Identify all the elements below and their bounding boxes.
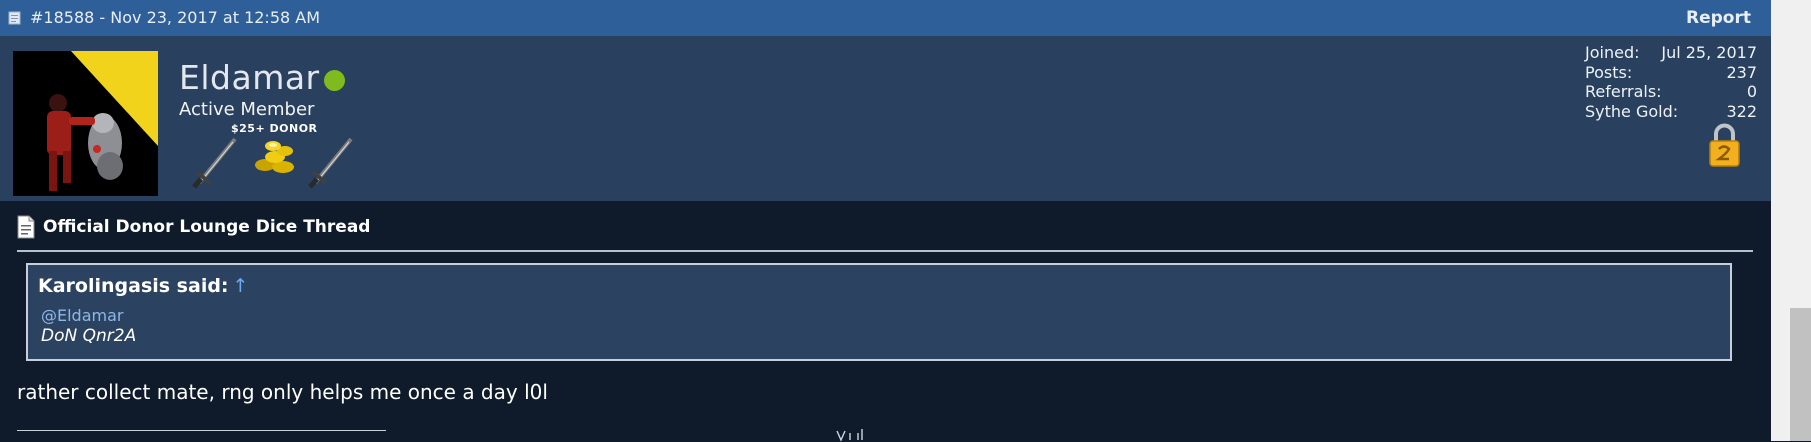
stat-joined: Joined: Jul 25, 2017 <box>1585 43 1757 63</box>
stat-sythe-gold: Sythe Gold: 322 <box>1585 102 1757 122</box>
quote-jump-link[interactable]: ↑ <box>233 275 249 297</box>
post-content: Official Donor Lounge Dice Thread Karoli… <box>0 201 1771 442</box>
stat-value: 0 <box>1746 82 1757 101</box>
avatar[interactable] <box>13 51 158 196</box>
user-mention-link[interactable]: @Eldamar <box>41 306 123 325</box>
stat-value: 237 <box>1726 62 1757 82</box>
message-text: rather collect mate, rng only helps me o… <box>17 380 548 404</box>
stat-label: Referrals: <box>1585 82 1662 101</box>
signature-divider <box>17 430 386 431</box>
stat-posts: Posts: 237 <box>1585 63 1757 83</box>
quote-author: Karolingasis said: ↑ <box>38 275 248 297</box>
thread-title: Official Donor Lounge Dice Thread <box>16 215 370 239</box>
stat-value: Jul 25, 2017 <box>1661 43 1757 62</box>
signature-fragment <box>836 429 863 442</box>
quote-author-name: Karolingasis said: <box>38 275 229 297</box>
stat-label: Joined: <box>1585 43 1640 62</box>
stat-label: Posts: <box>1585 62 1633 82</box>
stat-label: Sythe Gold: <box>1585 101 1679 121</box>
padlock-icon[interactable] <box>1707 122 1742 168</box>
user-info-panel: Eldamar Active Member $25+ DONOR Joined:… <box>0 36 1771 201</box>
post-icon <box>8 11 21 25</box>
stat-value: 322 <box>1726 101 1757 121</box>
forum-post: #18588 - Nov 23, 2017 at 12:58 AM Report… <box>0 0 1771 442</box>
user-stats: Joined: Jul 25, 2017 Posts: 237 Referral… <box>1585 43 1757 121</box>
stat-referrals: Referrals: 0 <box>1585 82 1757 102</box>
report-button[interactable]: Report <box>1686 8 1751 28</box>
user-title: Active Member <box>179 99 315 120</box>
post-permalink[interactable]: #18588 - Nov 23, 2017 at 12:58 AM <box>30 8 320 27</box>
quote-block: Karolingasis said: ↑ @Eldamar DoN Qnr2A <box>26 263 1732 361</box>
thread-title-text[interactable]: Official Donor Lounge Dice Thread <box>43 217 370 237</box>
document-icon <box>17 215 35 239</box>
gold-coins-icon <box>255 141 294 173</box>
online-status-indicator <box>324 70 345 91</box>
sword-icon <box>192 137 237 189</box>
quote-text: DoN Qnr2A <box>41 326 137 346</box>
title-divider <box>17 250 1753 252</box>
sword-icon <box>308 137 353 189</box>
post-header: #18588 - Nov 23, 2017 at 12:58 AM Report <box>0 0 1771 37</box>
scrollbar-thumb[interactable] <box>1790 308 1811 441</box>
donor-badges <box>191 133 361 189</box>
username[interactable]: Eldamar <box>179 58 320 97</box>
